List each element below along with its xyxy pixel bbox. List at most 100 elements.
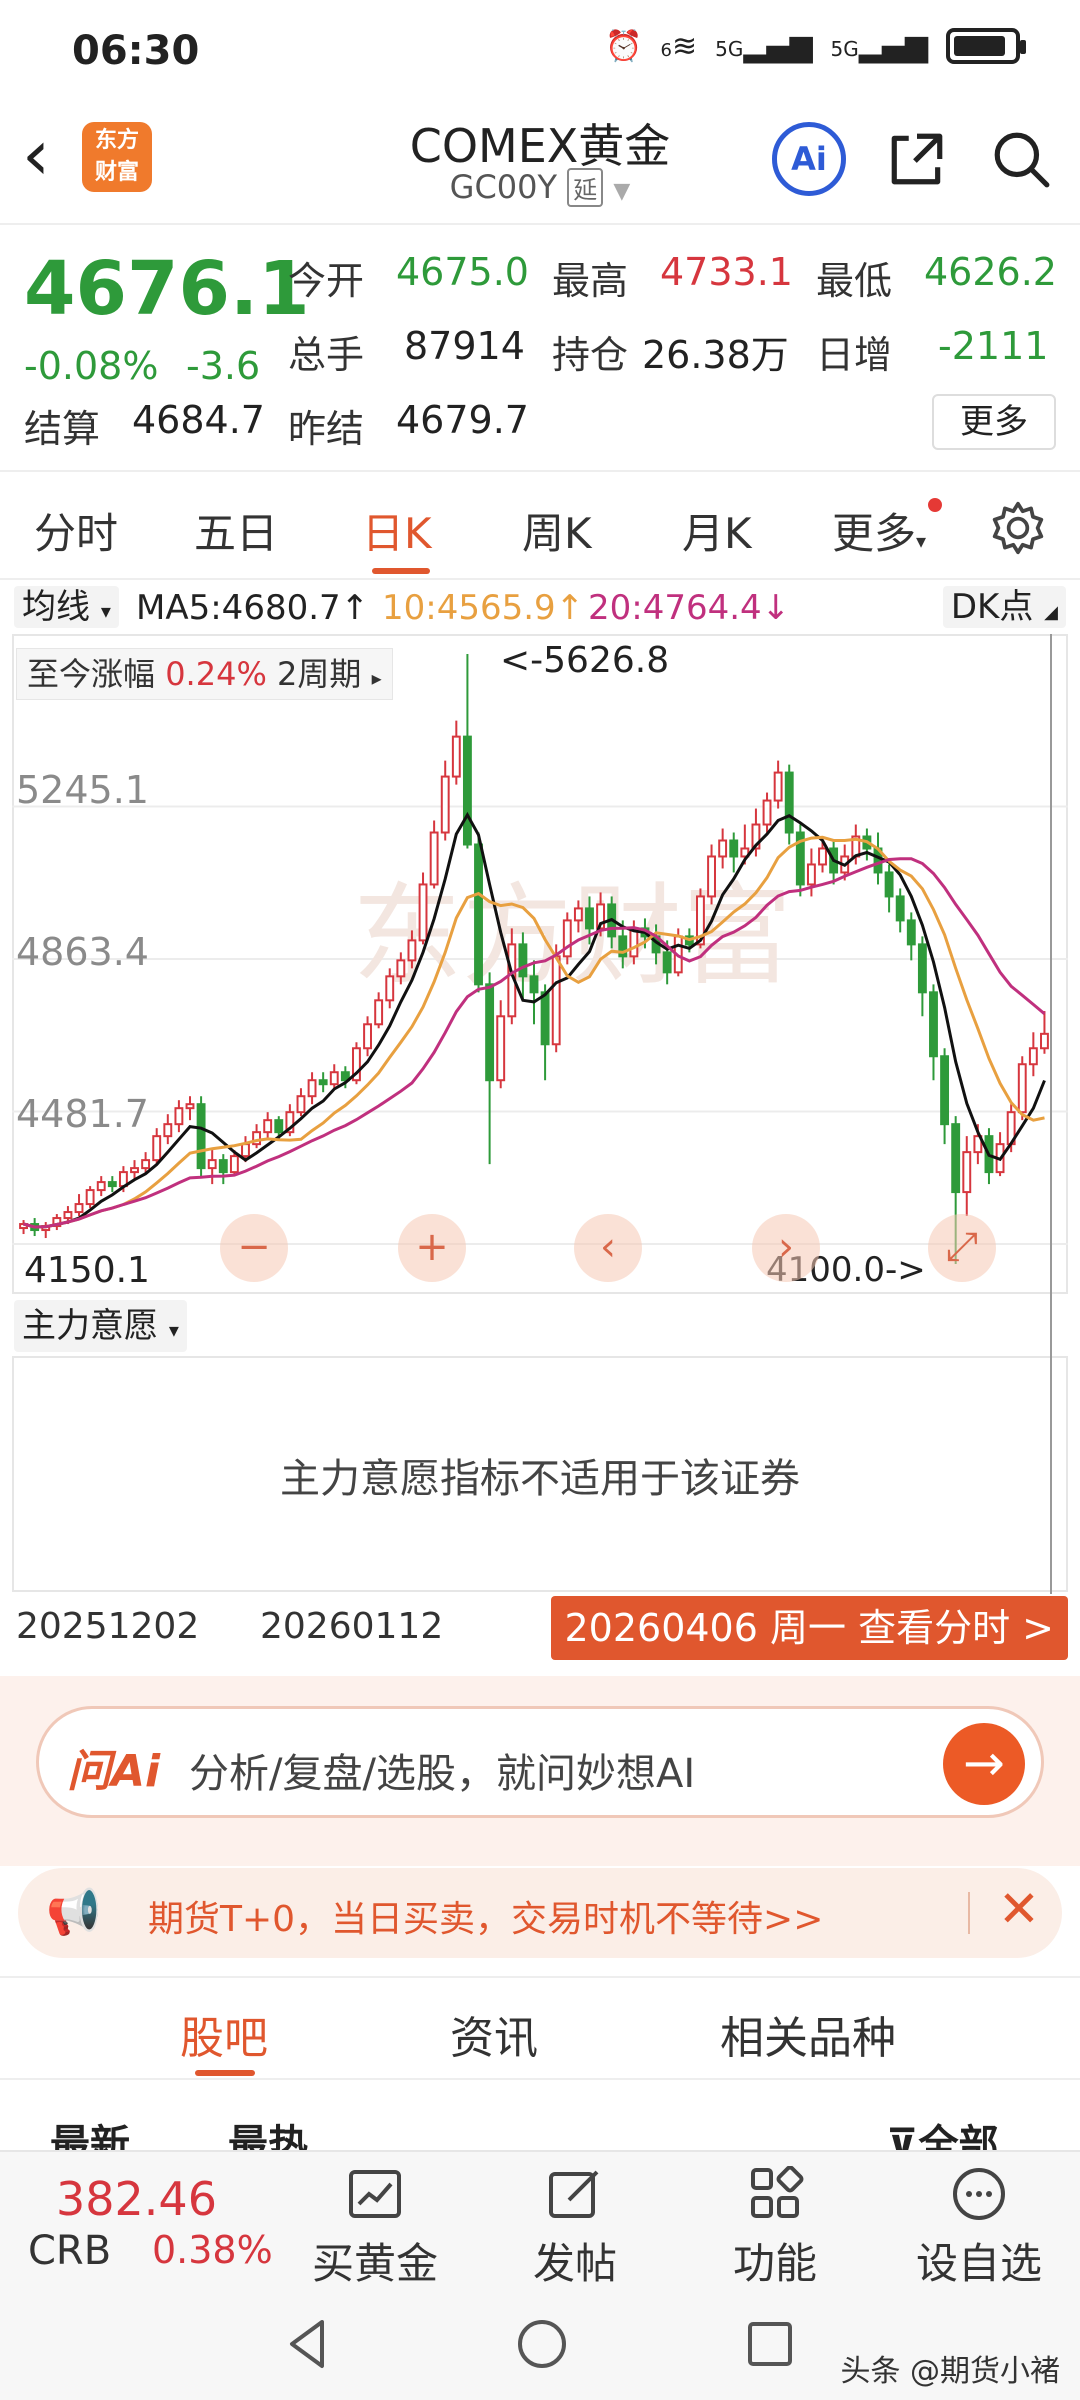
wifi-icon: 6≋ <box>660 28 698 64</box>
promo-divider <box>968 1892 970 1934</box>
candle-body <box>318 1079 328 1086</box>
crb-index-value[interactable]: 382.46 <box>56 2172 217 2226</box>
ai-section: 问Ai 分析/复盘/选股，就问妙想AI → <box>0 1676 1080 1866</box>
candle-body <box>263 1119 273 1134</box>
prev-settle-value: 4679.7 <box>396 398 529 442</box>
open-label: 今开 <box>288 259 365 303</box>
dk-point-button[interactable]: DK点 ◢ <box>942 586 1066 628</box>
candle-body <box>929 991 938 1058</box>
sort-latest[interactable]: 最新 <box>50 2112 130 2154</box>
chevron-right-icon: ▸ <box>371 666 382 690</box>
open-value: 4675.0 <box>396 250 529 294</box>
crb-index-name: CRB <box>28 2228 112 2274</box>
candle-body <box>207 1159 217 1170</box>
app-header: COMEX黄金 GC00Y 延 ▼ ‹ 东方 财富 Ai <box>0 100 1080 225</box>
candle-body <box>141 1159 151 1170</box>
prev-settle-label: 昨结 <box>288 407 365 451</box>
post-button[interactable]: 发帖 <box>500 2152 650 2291</box>
nav-recents-icon[interactable] <box>740 2314 800 2374</box>
arrow-right-icon[interactable]: → <box>943 1723 1025 1805</box>
candle-body <box>585 907 594 930</box>
settle-value: 4684.7 <box>132 398 265 442</box>
chevron-down-icon: ▼ <box>613 179 631 204</box>
candle-body <box>529 975 539 994</box>
high-value: 4733.1 <box>660 250 793 294</box>
edit-icon <box>549 2170 599 2218</box>
candle-body <box>496 1015 506 1082</box>
delay-tag: 延 <box>567 168 604 207</box>
chevron-down-icon: ▾ <box>168 1318 179 1342</box>
candle-body <box>1028 1047 1038 1066</box>
share-icon[interactable] <box>886 128 948 190</box>
tab-daily-k[interactable]: 日K <box>362 500 432 561</box>
candle-body <box>573 907 583 922</box>
tab-intraday[interactable]: 分时 <box>34 500 118 561</box>
close-icon[interactable]: ✕ <box>998 1880 1040 1938</box>
filter-all[interactable]: ⊽全部 <box>886 2112 998 2154</box>
add-watchlist-button[interactable]: 设自选 <box>904 2152 1054 2291</box>
megaphone-icon: 📢 <box>46 1887 101 1938</box>
candle-body <box>374 999 384 1026</box>
nav-home-icon[interactable] <box>512 2314 572 2374</box>
period-change-box[interactable]: 至今涨幅 0.24% 2周期 ▸ <box>16 648 393 700</box>
settings-gear-icon[interactable] <box>990 500 1046 556</box>
ai-search-box[interactable]: 问Ai 分析/复盘/选股，就问妙想AI → <box>36 1706 1044 1818</box>
candle-body <box>451 735 461 778</box>
tab-more[interactable]: 更多▾ <box>832 500 926 561</box>
sort-hot[interactable]: 最热 <box>228 2112 308 2154</box>
high-marker-label: <-5626.8 <box>500 640 670 681</box>
tab-news[interactable]: 资讯 <box>450 2002 538 2066</box>
functions-button[interactable]: 功能 <box>700 2152 850 2291</box>
indicator-select[interactable]: 主力意愿 ▾ <box>14 1300 187 1352</box>
candle-body <box>1017 1063 1027 1114</box>
candle-body <box>418 883 428 942</box>
quote-panel: 4676.1 -0.08% -3.6 今开 4675.0 最高 4733.1 最… <box>0 226 1080 466</box>
more-quote-button[interactable]: 更多 <box>932 394 1056 450</box>
back-button[interactable]: ‹ <box>22 120 50 190</box>
candle-body <box>85 1189 95 1206</box>
signal-icon: 5G▂▄▆ <box>715 28 813 64</box>
candle-body <box>884 871 894 898</box>
indicator-message: 主力意愿指标不适用于该证券 <box>280 1456 800 1502</box>
ai-button[interactable]: Ai <box>772 122 846 196</box>
promo-banner[interactable]: 📢 期货T+0，当日买卖，交易时机不等待>> ✕ <box>18 1868 1062 1958</box>
view-intraday-badge[interactable]: 20260406 周一 查看分时 > <box>550 1596 1068 1660</box>
period-tabs: 分时 五日 日K 周K 月K 更多▾ <box>0 470 1080 580</box>
chart-doc-icon <box>349 2170 401 2218</box>
candle-body <box>962 1151 972 1194</box>
open-interest-value: 26.38万 <box>642 333 789 377</box>
system-nav-bar: 头条 @期货小褚 <box>0 2286 1080 2400</box>
candle-body <box>951 1123 961 1194</box>
tab-related[interactable]: 相关品种 <box>720 2002 896 2066</box>
ma10-value: 10:4565.9↑ <box>382 588 585 628</box>
search-icon[interactable] <box>990 128 1052 190</box>
candle-body <box>562 919 572 958</box>
candle-body <box>296 1095 306 1114</box>
tab-five-day[interactable]: 五日 <box>194 500 278 561</box>
scroll-left-button[interactable]: ‹ <box>574 1214 642 1282</box>
notification-dot <box>928 498 942 512</box>
tab-weekly-k[interactable]: 周K <box>522 500 592 561</box>
high-label: 最高 <box>552 259 629 303</box>
zoom-in-button[interactable]: + <box>398 1214 466 1282</box>
kline-chart[interactable]: 东方财富 <box>12 634 1068 1294</box>
buy-gold-button[interactable]: 买黄金 <box>300 2152 450 2291</box>
battery-icon <box>946 28 1026 64</box>
candle-body <box>274 1119 284 1134</box>
volume-value: 87914 <box>404 324 525 368</box>
candle-body <box>429 831 439 886</box>
tab-monthly-k[interactable]: 月K <box>682 500 752 561</box>
fullscreen-button[interactable]: ⤢ <box>928 1214 996 1282</box>
candle-body <box>107 1181 117 1188</box>
nav-back-icon[interactable] <box>278 2314 338 2374</box>
candle-body <box>518 943 528 978</box>
candle-body <box>163 1123 173 1138</box>
candle-body <box>229 1155 239 1174</box>
scroll-right-button[interactable]: › <box>752 1214 820 1282</box>
change-pct: -0.08% <box>24 344 159 388</box>
zoom-out-button[interactable]: − <box>220 1214 288 1282</box>
tab-forum[interactable]: 股吧 <box>180 2002 268 2066</box>
candle-body <box>407 939 417 962</box>
daily-increase-value: -2111 <box>938 324 1049 368</box>
ma-select[interactable]: 均线 ▾ <box>14 586 119 628</box>
